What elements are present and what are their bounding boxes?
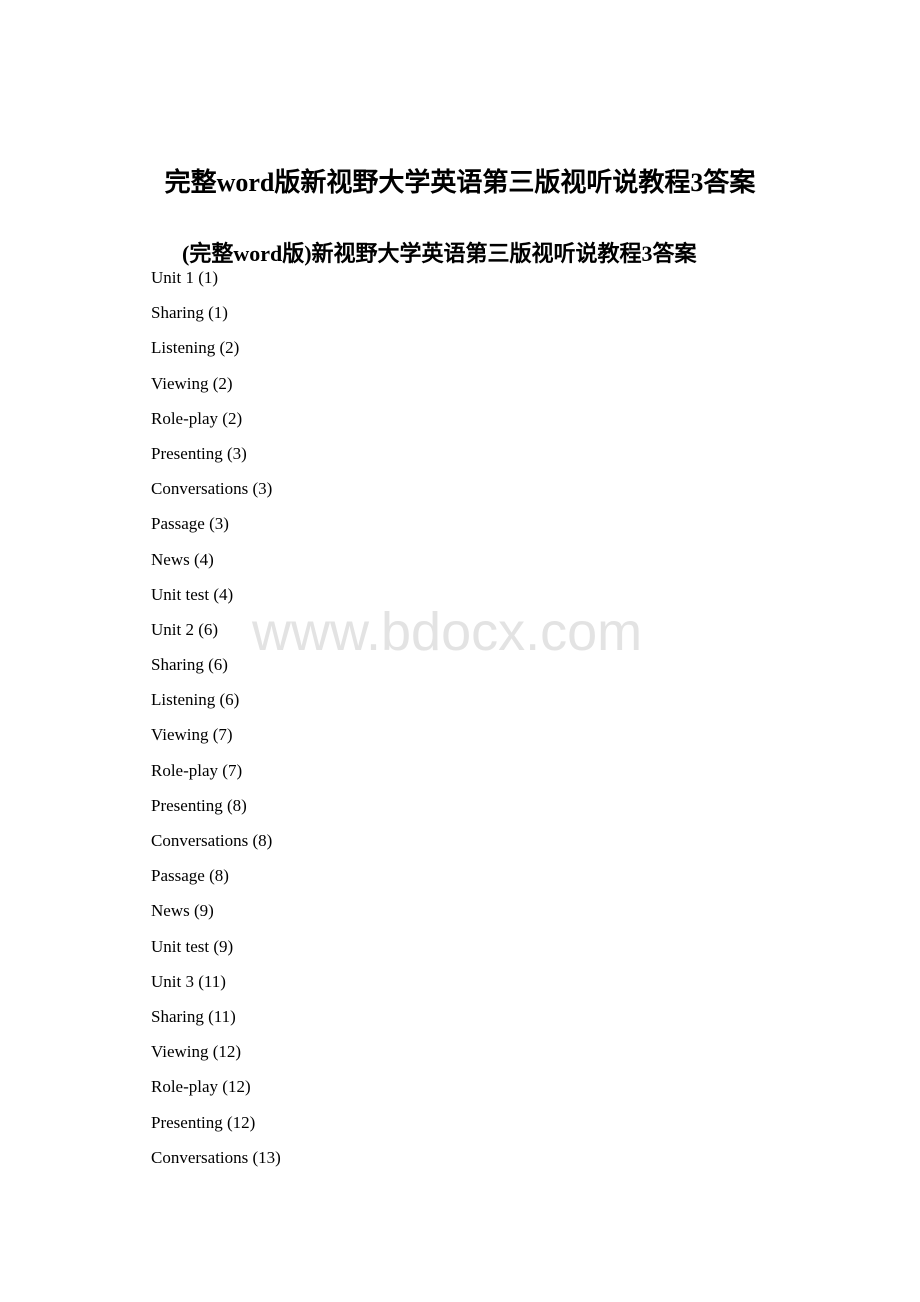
toc-entry[interactable]: Viewing (2): [151, 372, 281, 407]
toc-entry[interactable]: News (9): [151, 899, 281, 934]
toc-entry[interactable]: Sharing (11): [151, 1005, 281, 1040]
toc-entry[interactable]: Conversations (8): [151, 829, 281, 864]
toc-entry[interactable]: Unit test (4): [151, 583, 281, 618]
toc-entry[interactable]: Passage (3): [151, 512, 281, 547]
toc-entry[interactable]: Listening (2): [151, 336, 281, 371]
toc-entry[interactable]: Listening (6): [151, 688, 281, 723]
toc-entry[interactable]: Presenting (12): [151, 1111, 281, 1146]
table-of-contents: Unit 1 (1) Sharing (1) Listening (2) Vie…: [151, 266, 281, 1181]
toc-entry-unit-1[interactable]: Unit 1 (1): [151, 266, 281, 301]
toc-entry[interactable]: Presenting (3): [151, 442, 281, 477]
toc-entry[interactable]: Presenting (8): [151, 794, 281, 829]
toc-entry[interactable]: Role-play (2): [151, 407, 281, 442]
toc-entry[interactable]: News (4): [151, 548, 281, 583]
watermark: www.bdocx.com: [252, 602, 643, 662]
toc-entry[interactable]: Conversations (3): [151, 477, 281, 512]
document-title: 完整word版新视野大学英语第三版视听说教程3答案: [164, 168, 756, 198]
toc-entry[interactable]: Role-play (12): [151, 1075, 281, 1110]
toc-entry-unit-2[interactable]: Unit 2 (6): [151, 618, 281, 653]
toc-entry-unit-3[interactable]: Unit 3 (11): [151, 970, 281, 1005]
toc-entry[interactable]: Viewing (12): [151, 1040, 281, 1075]
toc-entry[interactable]: Viewing (7): [151, 723, 281, 758]
toc-entry[interactable]: Sharing (1): [151, 301, 281, 336]
toc-entry[interactable]: Sharing (6): [151, 653, 281, 688]
toc-entry[interactable]: Passage (8): [151, 864, 281, 899]
toc-entry[interactable]: Role-play (7): [151, 759, 281, 794]
toc-entry[interactable]: Unit test (9): [151, 935, 281, 970]
toc-entry[interactable]: Conversations (13): [151, 1146, 281, 1181]
